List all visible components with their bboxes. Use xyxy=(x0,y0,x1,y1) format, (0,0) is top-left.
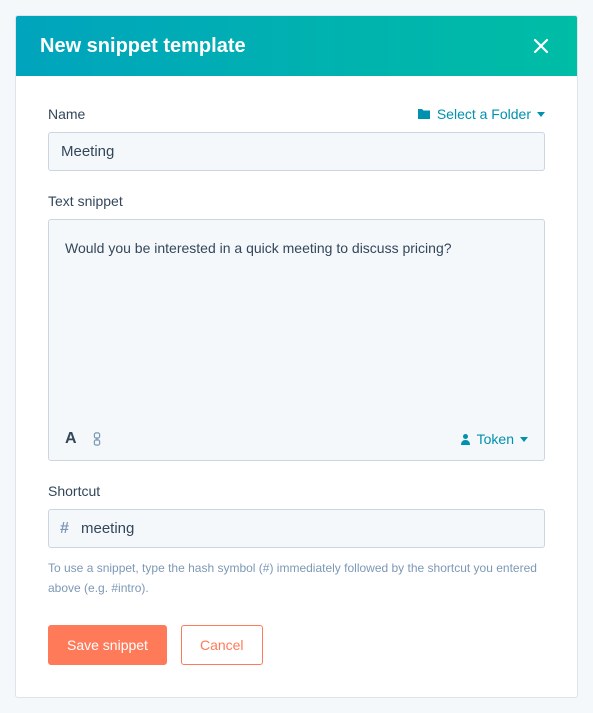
snippet-label-row: Text snippet xyxy=(48,193,545,209)
shortcut-label: Shortcut xyxy=(48,483,100,499)
name-input[interactable] xyxy=(48,132,545,171)
shortcut-input-wrap: # xyxy=(48,509,545,548)
new-snippet-modal: New snippet template Name Select a Folde… xyxy=(15,15,578,698)
shortcut-input[interactable] xyxy=(48,509,545,548)
cancel-button[interactable]: Cancel xyxy=(181,625,263,665)
shortcut-field-row: Shortcut # To use a snippet, type the ha… xyxy=(48,483,545,599)
name-label-row: Name Select a Folder xyxy=(48,106,545,122)
hash-prefix: # xyxy=(60,520,69,538)
close-button[interactable] xyxy=(529,34,553,58)
snippet-textarea[interactable]: Would you be interested in a quick meeti… xyxy=(49,220,544,420)
token-label: Token xyxy=(477,431,514,447)
link-icon[interactable] xyxy=(91,432,103,446)
snippet-field-row: Text snippet Would you be interested in … xyxy=(48,193,545,461)
modal-header: New snippet template xyxy=(16,16,577,76)
snippet-editor: Would you be interested in a quick meeti… xyxy=(48,219,545,461)
toolbar-left: A xyxy=(65,430,103,448)
folder-icon xyxy=(417,108,431,120)
close-icon xyxy=(532,37,550,55)
save-button[interactable]: Save snippet xyxy=(48,625,167,665)
modal-body: Name Select a Folder Text snippet Would xyxy=(16,76,577,697)
folder-select-label: Select a Folder xyxy=(437,106,531,122)
editor-toolbar: A Token xyxy=(49,420,544,460)
modal-title: New snippet template xyxy=(40,35,246,58)
caret-down-icon xyxy=(520,437,528,442)
token-button[interactable]: Token xyxy=(460,431,528,447)
caret-down-icon xyxy=(537,112,545,117)
person-icon xyxy=(460,433,471,445)
name-field-row: Name Select a Folder xyxy=(48,106,545,171)
folder-select-button[interactable]: Select a Folder xyxy=(417,106,545,122)
snippet-label: Text snippet xyxy=(48,193,123,209)
button-row: Save snippet Cancel xyxy=(48,625,545,665)
shortcut-help-text: To use a snippet, type the hash symbol (… xyxy=(48,558,545,599)
text-format-button[interactable]: A xyxy=(65,430,77,448)
shortcut-label-row: Shortcut xyxy=(48,483,545,499)
name-label: Name xyxy=(48,106,85,122)
